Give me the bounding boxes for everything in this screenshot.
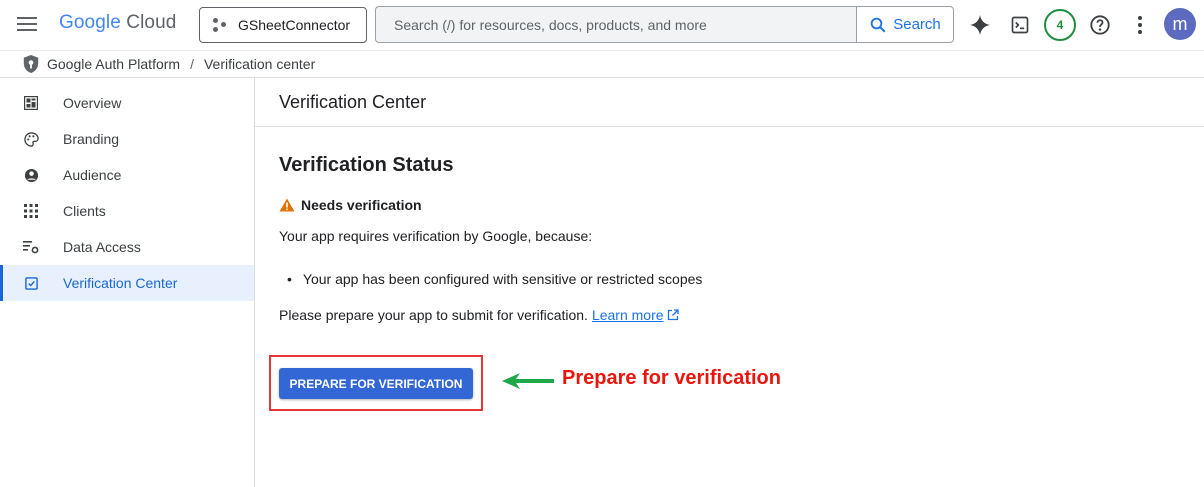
help-icon[interactable] [1084, 9, 1116, 41]
menu-icon[interactable] [14, 13, 40, 37]
requirement-text: Your app requires verification by Google… [279, 228, 593, 244]
project-name: GSheetConnector [238, 17, 351, 33]
sidebar-item-label: Audience [63, 167, 122, 183]
learn-more-label: Learn more [591, 307, 664, 323]
sidebar-item-label: Overview [63, 95, 122, 111]
bullet-dot: • [287, 271, 292, 287]
sidebar-item-overview[interactable]: Overview [0, 85, 254, 121]
status-row: Needs verification [279, 197, 1204, 213]
external-link-icon [667, 309, 679, 321]
breadcrumb: Google Auth Platform / Verification cent… [0, 50, 1204, 78]
list-item: • Your app has been configured with sens… [279, 271, 1204, 287]
sidebar-item-label: Data Access [63, 239, 141, 255]
warning-icon [279, 198, 295, 212]
terminal-icon[interactable] [1004, 9, 1036, 41]
main-content: Verification Center Verification Status … [255, 78, 1204, 487]
notification-badge[interactable]: 4 [1044, 9, 1076, 41]
project-icon [212, 17, 228, 33]
palette-icon [23, 131, 39, 147]
sidebar-item-data-access[interactable]: Data Access [0, 229, 254, 265]
section-title: Verification Status [279, 154, 454, 176]
google-cloud-logo[interactable]: Google Cloud [59, 12, 176, 34]
sidebar-item-clients[interactable]: Clients [0, 193, 254, 229]
search-button-label: Search [893, 16, 941, 33]
sidebar-item-verification-center[interactable]: Verification Center [0, 265, 254, 301]
grid-icon [23, 203, 39, 219]
breadcrumb-current: Verification center [203, 56, 316, 72]
top-bar: Google Cloud GSheetConnector Search 4 m [0, 0, 1204, 50]
sidebar-item-audience[interactable]: Audience [0, 157, 254, 193]
status-label: Needs verification [301, 197, 422, 213]
page-title: Verification Center [255, 78, 1204, 127]
logo-google: Google [59, 12, 121, 33]
breadcrumb-root[interactable]: Google Auth Platform [47, 56, 180, 72]
search-button[interactable]: Search [856, 6, 954, 43]
prepare-text: Please prepare your app to submit for ve… [279, 307, 588, 323]
shield-icon [23, 55, 39, 73]
prepare-for-verification-button[interactable]: PREPARE FOR VERIFICATION [279, 368, 473, 399]
sidebar-item-label: Branding [63, 131, 120, 147]
sidebar-item-label: Verification Center [63, 275, 178, 291]
logo-cloud: Cloud [126, 12, 177, 33]
account-circle-icon [23, 167, 39, 183]
project-picker-button[interactable]: GSheetConnector [199, 7, 367, 43]
dashboard-icon [23, 95, 39, 111]
sidebar-item-branding[interactable]: Branding [0, 121, 254, 157]
gemini-icon[interactable] [964, 9, 996, 41]
search-input[interactable] [394, 16, 839, 33]
avatar[interactable]: m [1164, 8, 1196, 40]
annotation-callout: Prepare for verification [562, 367, 781, 389]
reason-text: Your app has been configured with sensit… [302, 271, 703, 287]
learn-more-link[interactable]: Learn more [592, 307, 679, 323]
data-settings-icon [23, 239, 39, 255]
sidebar-item-label: Clients [63, 203, 106, 219]
breadcrumb-separator: / [190, 56, 194, 72]
search-icon [870, 17, 886, 32]
verification-icon [23, 275, 39, 291]
prepare-paragraph: Please prepare your app to submit for ve… [279, 307, 1204, 323]
search-box [375, 6, 857, 43]
more-vert-icon[interactable] [1124, 9, 1156, 41]
annotation-arrow-icon [502, 373, 554, 389]
sidebar: Overview Branding Audience Clients Data … [0, 78, 255, 487]
